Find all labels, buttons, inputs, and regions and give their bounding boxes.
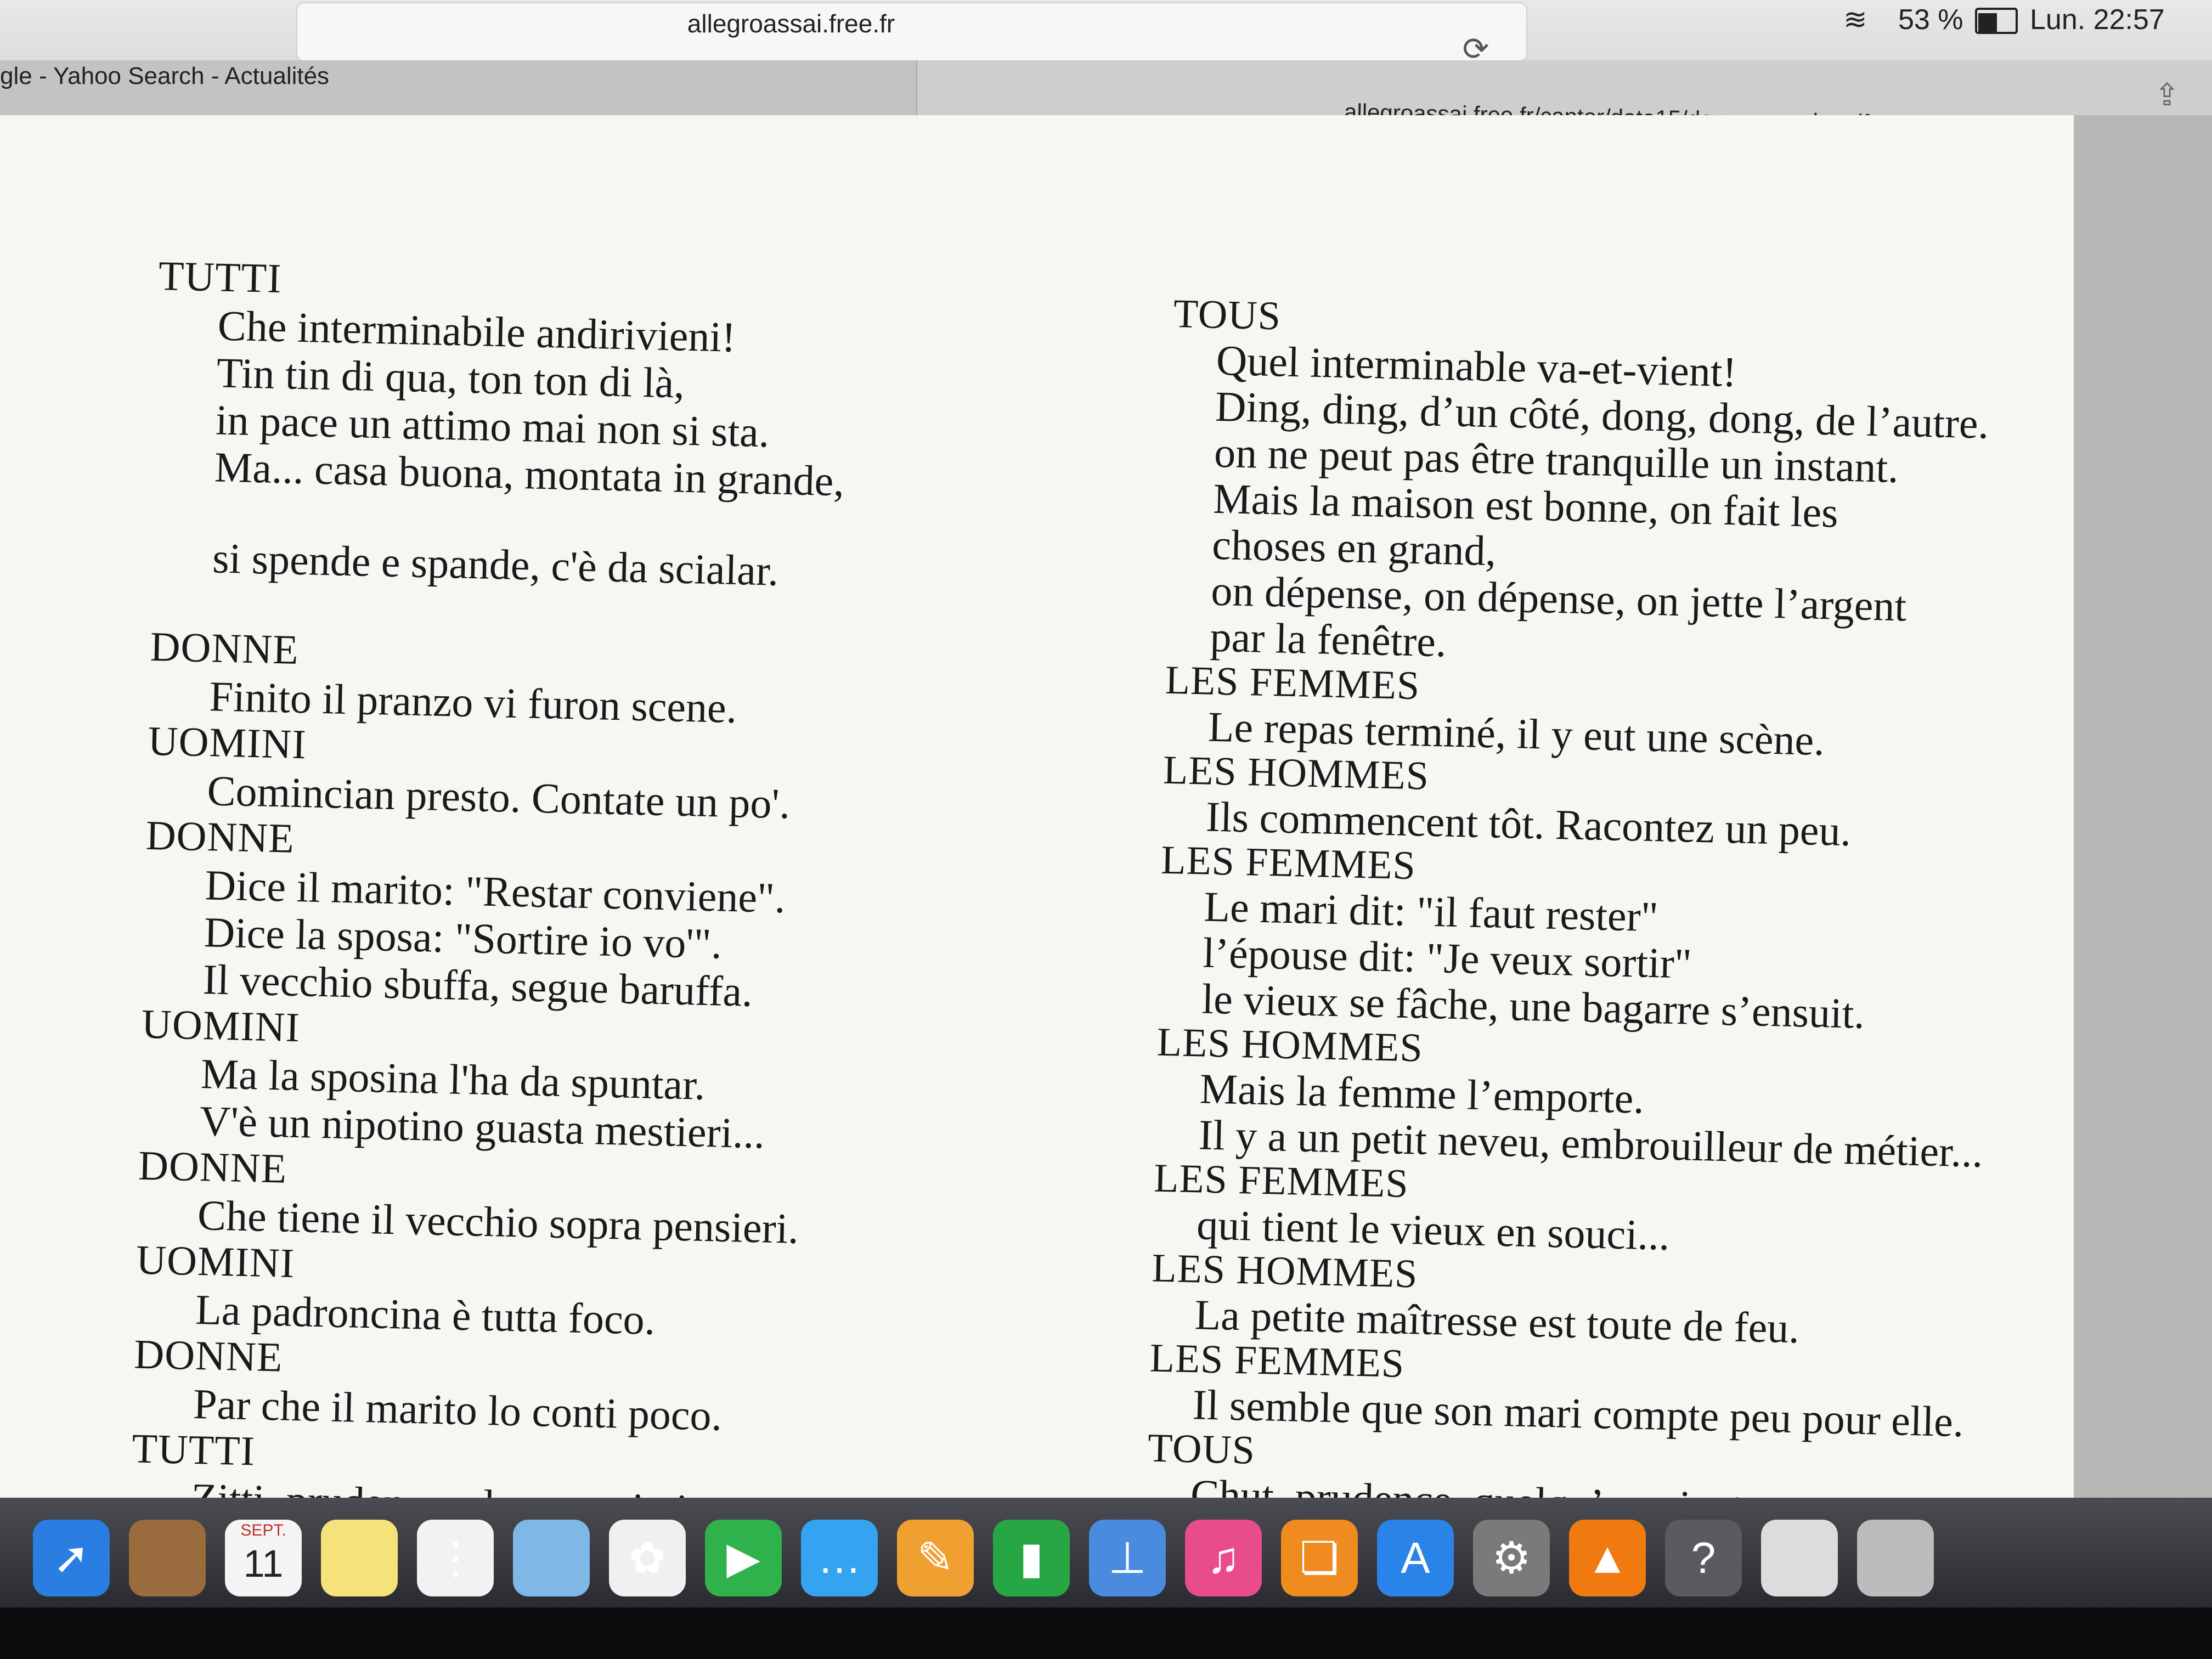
- numbers-icon[interactable]: ▮: [993, 1520, 1070, 1596]
- battery-fill: [1978, 13, 1997, 33]
- address-bar[interactable]: allegroassai.free.fr: [296, 2, 1527, 61]
- tab-label: gle - Yahoo Search - Actualités: [0, 63, 330, 89]
- pdf-page: TUTTI Che interminabile andirivieni! Tin t…: [0, 115, 2074, 1607]
- itunes-icon[interactable]: ♫: [1185, 1520, 1262, 1596]
- trash-icon[interactable]: [1857, 1520, 1934, 1596]
- tab-yahoo-search[interactable]: gle - Yahoo Search - Actualités: [0, 60, 917, 115]
- facetime-icon[interactable]: ▶: [705, 1520, 782, 1596]
- screen: allegroassai.free.fr ⟳ ≋ 53 % Lun. 22:57…: [0, 0, 2212, 1607]
- keynote-icon[interactable]: ✎: [897, 1520, 974, 1596]
- pdf-margin: [2074, 115, 2212, 1498]
- keynote-stand-icon[interactable]: ⊥: [1089, 1520, 1166, 1596]
- contacts-icon[interactable]: [129, 1520, 206, 1596]
- wifi-icon[interactable]: ≋: [1843, 3, 1867, 36]
- share-icon[interactable]: ⇪: [2151, 77, 2183, 112]
- calendar-icon[interactable]: SEPT. 11: [225, 1520, 302, 1596]
- documents-icon[interactable]: [1761, 1520, 1838, 1596]
- url-domain[interactable]: allegroassai.free.fr: [297, 9, 1285, 38]
- menu-bar-status: ≋ 53 % Lun. 22:57: [1613, 0, 2212, 44]
- ibooks-icon[interactable]: ❏: [1281, 1520, 1358, 1596]
- french-translation-column: TOUS Quel interminable va-et-vient! Ding, …: [1144, 291, 2079, 1607]
- reminders-icon[interactable]: ⋮: [417, 1520, 494, 1596]
- messages-icon[interactable]: …: [801, 1520, 878, 1596]
- tab-strip: gle - Yahoo Search - Actualités allegroa…: [0, 60, 2212, 136]
- dock: ➚ SEPT. 11 ⋮ ✿ ▶… ✎ ▮ ⊥ ♫ ❏ A ⚙ ▲?: [0, 1498, 2212, 1607]
- notes-icon[interactable]: [321, 1520, 398, 1596]
- battery-percentage: 53 %: [1898, 4, 1963, 36]
- menu-bar-clock[interactable]: Lun. 22:57: [2030, 3, 2165, 36]
- app-store-icon[interactable]: A: [1377, 1520, 1454, 1596]
- help-icon[interactable]: ?: [1665, 1520, 1742, 1596]
- italian-libretto-column: TUTTI Che interminabile andirivieni! Tin t…: [128, 252, 1092, 1607]
- calendar-month: SEPT.: [240, 1521, 286, 1539]
- safari-icon[interactable]: ➚: [33, 1520, 110, 1596]
- vlc-icon[interactable]: ▲: [1569, 1520, 1646, 1596]
- maps-icon[interactable]: [513, 1520, 590, 1596]
- photos-icon[interactable]: ✿: [609, 1520, 686, 1596]
- calendar-day: 11: [243, 1542, 284, 1585]
- battery-icon[interactable]: [1975, 8, 2018, 34]
- system-preferences-icon[interactable]: ⚙: [1473, 1520, 1550, 1596]
